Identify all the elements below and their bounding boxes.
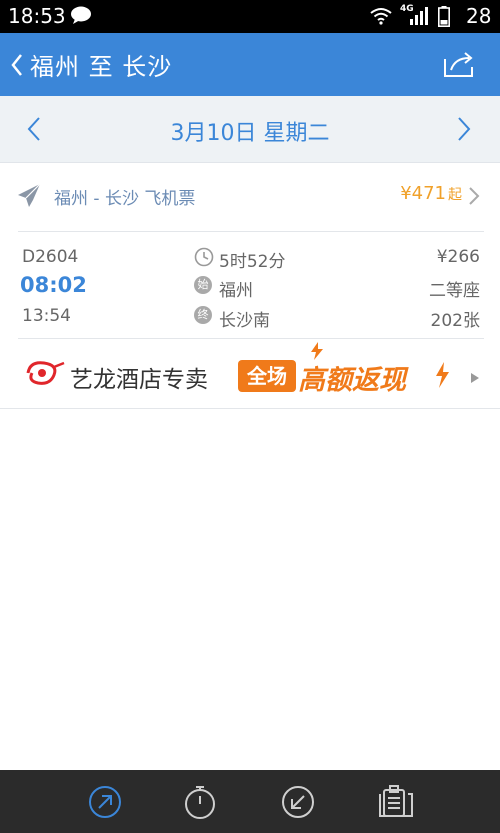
title-bar: 福州 至 长沙 [0, 33, 500, 96]
airplane-icon [16, 181, 42, 215]
bottom-nav [0, 770, 500, 833]
divider [18, 338, 484, 339]
flight-price: ¥471 起 [400, 183, 462, 204]
promo-brand: 艺龙酒店专卖 [70, 367, 208, 393]
promo-box: 全场 [238, 360, 296, 392]
clipboard-icon[interactable] [376, 784, 416, 824]
ticket-price: ¥266 [436, 247, 480, 267]
elong-logo-icon [24, 359, 66, 391]
back-button[interactable] [10, 53, 24, 81]
end-station-badge: 终 [194, 306, 212, 324]
battery-icon [438, 6, 450, 31]
page-title: 福州 至 长沙 [30, 53, 173, 81]
timer-icon[interactable] [182, 784, 218, 824]
promo-banner[interactable]: 艺龙酒店专卖 全场 高额返现 [0, 340, 500, 409]
status-time: 18:53 [8, 4, 66, 28]
to-station: 长沙南 [219, 311, 270, 331]
message-icon [70, 6, 92, 28]
lightning-icon [434, 362, 450, 392]
share-icon[interactable] [442, 49, 478, 83]
flight-price-value: ¥471 [400, 183, 446, 204]
train-option-row[interactable]: D2604 08:02 13:54 5时52分 始 福州 终 长沙南 ¥266 … [0, 232, 500, 336]
arrive-time: 13:54 [22, 306, 71, 326]
train-code: D2604 [22, 247, 79, 267]
ticket-count: 202张 [430, 311, 480, 331]
arrow-right-icon [470, 369, 480, 388]
battery-level: 28 [466, 4, 492, 28]
start-station-badge: 始 [194, 276, 212, 294]
next-day-button[interactable] [456, 116, 472, 146]
date-bar: 3月10日 星期二 [0, 96, 500, 163]
depart-icon[interactable] [87, 784, 123, 824]
flight-label: 福州 - 长沙 飞机票 [54, 189, 196, 209]
flight-price-suffix: 起 [448, 187, 462, 203]
depart-time: 08:02 [20, 273, 87, 297]
from-station: 福州 [219, 281, 253, 301]
clock-icon [194, 247, 214, 271]
flight-option-row[interactable]: 福州 - 长沙 飞机票 ¥471 起 [0, 163, 500, 231]
promo-text: 高额返现 [298, 365, 406, 396]
arrive-icon[interactable] [280, 784, 316, 824]
status-bar: 18:53 4G 28 [0, 0, 500, 33]
wifi-icon [370, 7, 392, 29]
signal-icon [410, 7, 432, 29]
seat-class: 二等座 [429, 281, 480, 301]
selected-date[interactable]: 3月10日 星期二 [0, 115, 500, 147]
chevron-right-icon [468, 186, 480, 210]
trip-duration: 5时52分 [219, 252, 286, 272]
